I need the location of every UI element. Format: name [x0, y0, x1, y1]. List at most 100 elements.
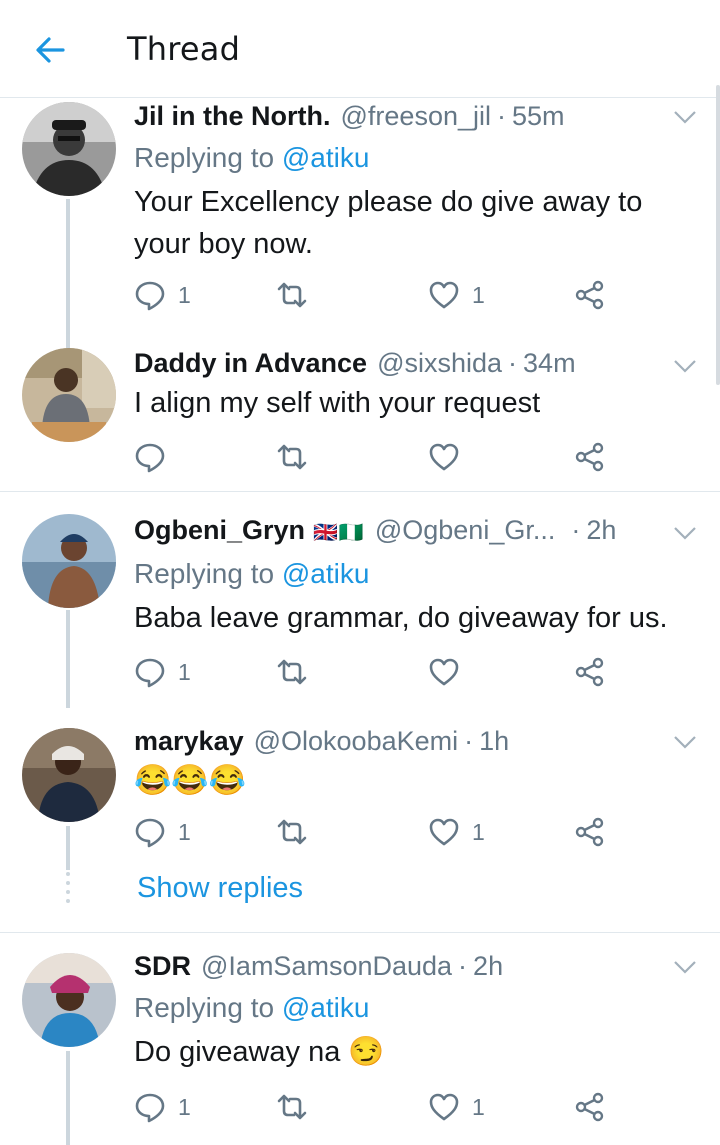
username: @Ogbeni_Gr...	[374, 515, 556, 545]
separator-dot: ·	[571, 515, 581, 545]
retweet-icon	[277, 819, 307, 845]
tweet[interactable]: Daddy in Advance @sixshida · 34m I align…	[0, 340, 720, 490]
share-icon	[575, 1092, 604, 1122]
avatar[interactable]	[22, 953, 116, 1047]
retweet-icon	[277, 282, 307, 308]
username: @IamSamsonDauda	[201, 951, 453, 981]
like-button[interactable]	[428, 652, 472, 692]
app-header: Thread	[0, 0, 720, 98]
display-name[interactable]: Daddy in Advance	[134, 346, 367, 380]
chevron-down-icon[interactable]	[672, 959, 698, 975]
tweet-meta: SDR @IamSamsonDauda · 2h	[134, 949, 700, 983]
thread-line	[66, 610, 70, 708]
avatar[interactable]	[22, 102, 116, 196]
avatar[interactable]	[22, 348, 116, 442]
chevron-down-icon[interactable]	[672, 525, 698, 541]
reply-count: 1	[178, 818, 191, 845]
like-button[interactable]: 1	[428, 1087, 485, 1127]
tweet[interactable]: Jil in the North. @freeson_jil · 55m Rep…	[0, 99, 720, 439]
display-name[interactable]: marykay	[134, 724, 244, 758]
chevron-down-icon[interactable]	[672, 358, 698, 374]
share-icon	[575, 442, 604, 472]
tweet-text: Your Excellency please do give away to y…	[134, 186, 643, 260]
retweet-button[interactable]	[276, 812, 308, 852]
share-icon	[575, 817, 604, 847]
username: @sixshida	[377, 348, 503, 378]
reply-count: 1	[178, 281, 191, 308]
avatar[interactable]	[22, 728, 116, 822]
replying-to: Replying to @atiku	[134, 558, 370, 589]
heart-icon	[429, 658, 459, 686]
reply-button[interactable]: 1	[134, 1087, 191, 1127]
separator-dot: ·	[458, 951, 468, 981]
heart-icon	[429, 281, 459, 309]
reply-icon	[135, 658, 165, 688]
reply-button[interactable]: 1	[134, 812, 191, 852]
tweet[interactable]: Ogbeni_Gryn 🇬🇧🇳🇬 @Ogbeni_Gr... · 2h Repl…	[0, 491, 720, 708]
tweet-text: Do giveaway na 😏	[134, 1036, 385, 1068]
tweet-meta: Jil in the North. @freeson_jil · 55m	[134, 99, 700, 133]
retweet-button[interactable]	[276, 275, 308, 315]
tweet-text: I align my self with your request	[134, 387, 541, 419]
tweet-text: Baba leave grammar, do giveaway for us.	[134, 602, 668, 634]
timestamp: 1h	[479, 726, 510, 756]
like-count: 1	[472, 1093, 485, 1120]
reply-count: 1	[178, 1093, 191, 1120]
timestamp: 55m	[512, 101, 565, 131]
chevron-down-icon[interactable]	[672, 734, 698, 750]
back-arrow-icon[interactable]	[30, 30, 70, 70]
reply-icon	[135, 1093, 165, 1123]
display-name[interactable]: Jil in the North.	[134, 99, 331, 133]
reply-button[interactable]: 1	[134, 652, 191, 692]
mention-link[interactable]: @atiku	[282, 992, 370, 1023]
timestamp: 2h	[586, 515, 617, 545]
display-name[interactable]: SDR	[134, 949, 191, 983]
retweet-button[interactable]	[276, 437, 308, 477]
avatar[interactable]	[22, 514, 116, 608]
reply-count: 1	[178, 658, 191, 685]
reply-icon	[135, 818, 165, 848]
mention-link[interactable]: @atiku	[282, 142, 370, 173]
like-count: 1	[472, 281, 485, 308]
timestamp: 34m	[523, 348, 576, 378]
reply-button[interactable]	[134, 437, 178, 477]
share-button[interactable]	[574, 275, 606, 315]
share-button[interactable]	[574, 1087, 606, 1127]
separator-dot: ·	[508, 348, 518, 378]
retweet-icon	[277, 659, 307, 685]
tweet-text: 😂😂😂	[134, 764, 247, 797]
thread-dots	[66, 872, 70, 908]
mention-link[interactable]: @atiku	[282, 558, 370, 589]
share-icon	[575, 280, 604, 310]
share-button[interactable]	[574, 812, 606, 852]
retweet-button[interactable]	[276, 652, 308, 692]
heart-icon	[429, 818, 459, 846]
replying-to: Replying to @atiku	[134, 142, 370, 173]
show-replies-link[interactable]: Show replies	[137, 872, 303, 905]
heart-icon	[429, 443, 459, 471]
tweet[interactable]: marykay @OlokoobaKemi · 1h 😂😂😂 1 1 Show …	[0, 708, 720, 931]
retweet-icon	[277, 444, 307, 470]
like-button[interactable]	[428, 437, 472, 477]
reply-icon	[135, 443, 165, 473]
timestamp: 2h	[473, 951, 504, 981]
tweet[interactable]: SDR @IamSamsonDauda · 2h Replying to @at…	[0, 932, 720, 1145]
replying-to: Replying to @atiku	[134, 992, 370, 1023]
thread-line	[66, 1051, 70, 1145]
retweet-icon	[277, 1094, 307, 1120]
heart-icon	[429, 1093, 459, 1121]
like-count: 1	[472, 818, 485, 845]
like-button[interactable]: 1	[428, 275, 485, 315]
like-button[interactable]: 1	[428, 812, 485, 852]
chevron-down-icon[interactable]	[672, 109, 698, 125]
separator-dot: ·	[497, 101, 506, 131]
share-button[interactable]	[574, 437, 606, 477]
share-button[interactable]	[574, 652, 606, 692]
page-title: Thread	[127, 30, 241, 68]
share-icon	[575, 657, 604, 687]
username: @OlokoobaKemi	[253, 726, 459, 756]
retweet-button[interactable]	[276, 1087, 308, 1127]
reply-icon	[135, 281, 165, 311]
reply-button[interactable]: 1	[134, 275, 191, 315]
display-name[interactable]: Ogbeni_Gryn	[134, 513, 305, 547]
